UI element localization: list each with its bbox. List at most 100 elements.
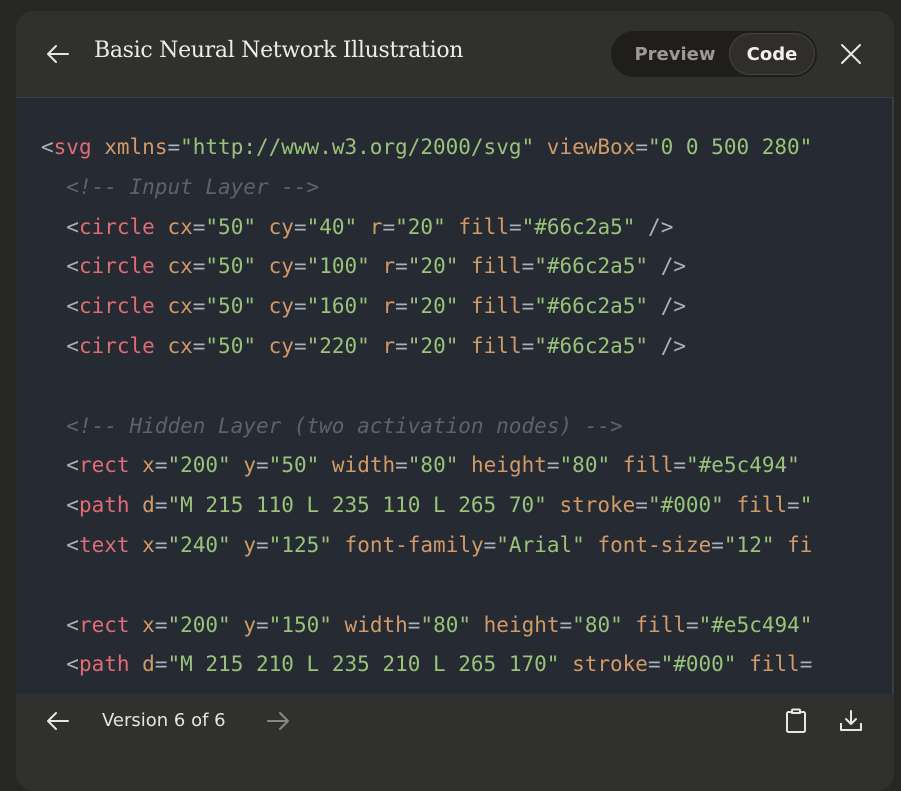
code-token-comment: <!-- Hidden Layer (two activation nodes)… (66, 413, 623, 438)
copy-button[interactable] (782, 706, 810, 736)
code-token-tag: path (78, 652, 130, 677)
code-token-attr: cy (268, 254, 294, 279)
vertical-scrollbar[interactable] (892, 98, 894, 694)
code-token-punct: = (521, 254, 535, 279)
code-token-str: "#66c2a5" (534, 294, 649, 319)
code-token-punct: = (647, 652, 661, 677)
code-token-punct: = (395, 333, 408, 358)
code-token-str: " (799, 493, 813, 518)
code-token-str: "200" (167, 612, 231, 637)
code-token-punct: = (256, 532, 269, 557)
code-token-punct (231, 453, 244, 477)
code-token-attr: height (471, 453, 547, 478)
code-token-punct: = (167, 135, 181, 159)
code-token-punct: = (685, 612, 699, 637)
code-token-attr: fill (471, 254, 522, 279)
code-token-punct (256, 254, 269, 278)
code-token-attr: y (243, 453, 257, 478)
version-label: Version 6 of 6 (102, 710, 226, 731)
code-token-tag: circle (78, 214, 155, 239)
code-token-punct: < (41, 294, 79, 319)
code-token-punct (547, 493, 560, 517)
code-token-punct: < (41, 612, 79, 637)
code-token-str: "80" (407, 453, 459, 478)
tab-code[interactable]: Code (729, 33, 815, 75)
code-token-punct: = (192, 333, 206, 358)
code-token-str: "20" (407, 294, 459, 319)
code-token-attr: cx (167, 254, 193, 279)
code-token-punct (41, 175, 66, 199)
code-token-punct: = (635, 135, 648, 159)
download-icon (840, 710, 862, 731)
code-token-punct: = (395, 254, 408, 279)
code-token-punct: = (395, 294, 408, 319)
artifact-panel: Basic Neural Network Illustration Previe… (16, 11, 894, 791)
code-token-attr: cy (268, 294, 294, 319)
code-token-punct (231, 613, 244, 637)
code-token-attr: r (382, 294, 396, 319)
code-token-punct: = (521, 333, 535, 358)
code-token-punct: = (154, 612, 168, 637)
code-token-str: "50" (205, 333, 256, 358)
code-token-str: "#e5c494" (698, 612, 813, 637)
code-token-punct: = (546, 453, 560, 478)
tab-preview[interactable]: Preview (619, 33, 731, 75)
view-toggle: Preview Code (611, 31, 817, 77)
code-token-str: "0 0 500 280" (647, 135, 813, 159)
code-token-punct: /> (648, 294, 686, 319)
code-token-punct: = (293, 254, 307, 279)
code-token-punct (610, 453, 623, 477)
code-token-attr: cy (268, 214, 294, 239)
code-token-punct (534, 135, 547, 159)
code-token-punct (370, 254, 383, 278)
code-token-str: "160" (306, 294, 370, 319)
code-token-punct: /> (648, 254, 686, 279)
code-token-str: "80" (420, 612, 471, 637)
code-viewer[interactable]: <svg xmlns="http://www.w3.org/2000/svg" … (16, 97, 894, 694)
arrow-left-icon (47, 45, 69, 63)
code-token-punct: = (521, 294, 535, 319)
code-token-punct (736, 652, 749, 676)
code-token-attr: cx (167, 214, 193, 239)
code-token-punct: = (508, 214, 522, 239)
code-token-attr: cx (167, 294, 193, 319)
code-token-punct: = (256, 453, 269, 478)
code-token-attr: fi (787, 532, 813, 557)
code-token-punct (155, 215, 168, 239)
code-token-punct: = (256, 612, 269, 637)
code-token-punct (256, 294, 269, 318)
previous-version-button[interactable] (44, 708, 72, 734)
back-button[interactable] (44, 41, 72, 67)
code-token-punct: = (192, 214, 206, 239)
download-button[interactable] (837, 706, 865, 736)
code-token-punct (724, 493, 737, 517)
code-token-punct (458, 453, 471, 477)
code-token-tag: path (78, 493, 130, 518)
code-token-attr: fill (749, 652, 800, 677)
panel-header: Basic Neural Network Illustration Previe… (16, 11, 894, 97)
code-token-tag: circle (78, 294, 155, 319)
code-token-punct: = (154, 652, 168, 677)
code-token-punct: = (293, 294, 307, 319)
code-token-punct (458, 294, 471, 318)
code-token-attr: stroke (559, 493, 636, 518)
code-token-punct: = (799, 652, 813, 677)
next-version-button[interactable] (264, 708, 292, 734)
code-token-punct: < (41, 532, 79, 557)
code-token-str: "200" (167, 453, 231, 478)
code-token-punct (585, 533, 598, 557)
code-token-attr: xmlns (104, 135, 168, 159)
code-token-str: "#66c2a5" (534, 333, 649, 358)
code-token-tag: text (78, 532, 130, 557)
code-token-str: "#000" (660, 652, 737, 677)
code-token-punct: = (673, 453, 686, 478)
code-token-punct (623, 613, 636, 637)
code-token-str: "20" (407, 254, 459, 279)
code-token-punct (92, 135, 105, 159)
close-button[interactable] (838, 41, 864, 67)
code-token-punct: /> (648, 333, 686, 358)
code-token-punct: = (559, 612, 573, 637)
code-token-attr: x (142, 453, 155, 478)
code-token-str: "50" (205, 294, 256, 319)
